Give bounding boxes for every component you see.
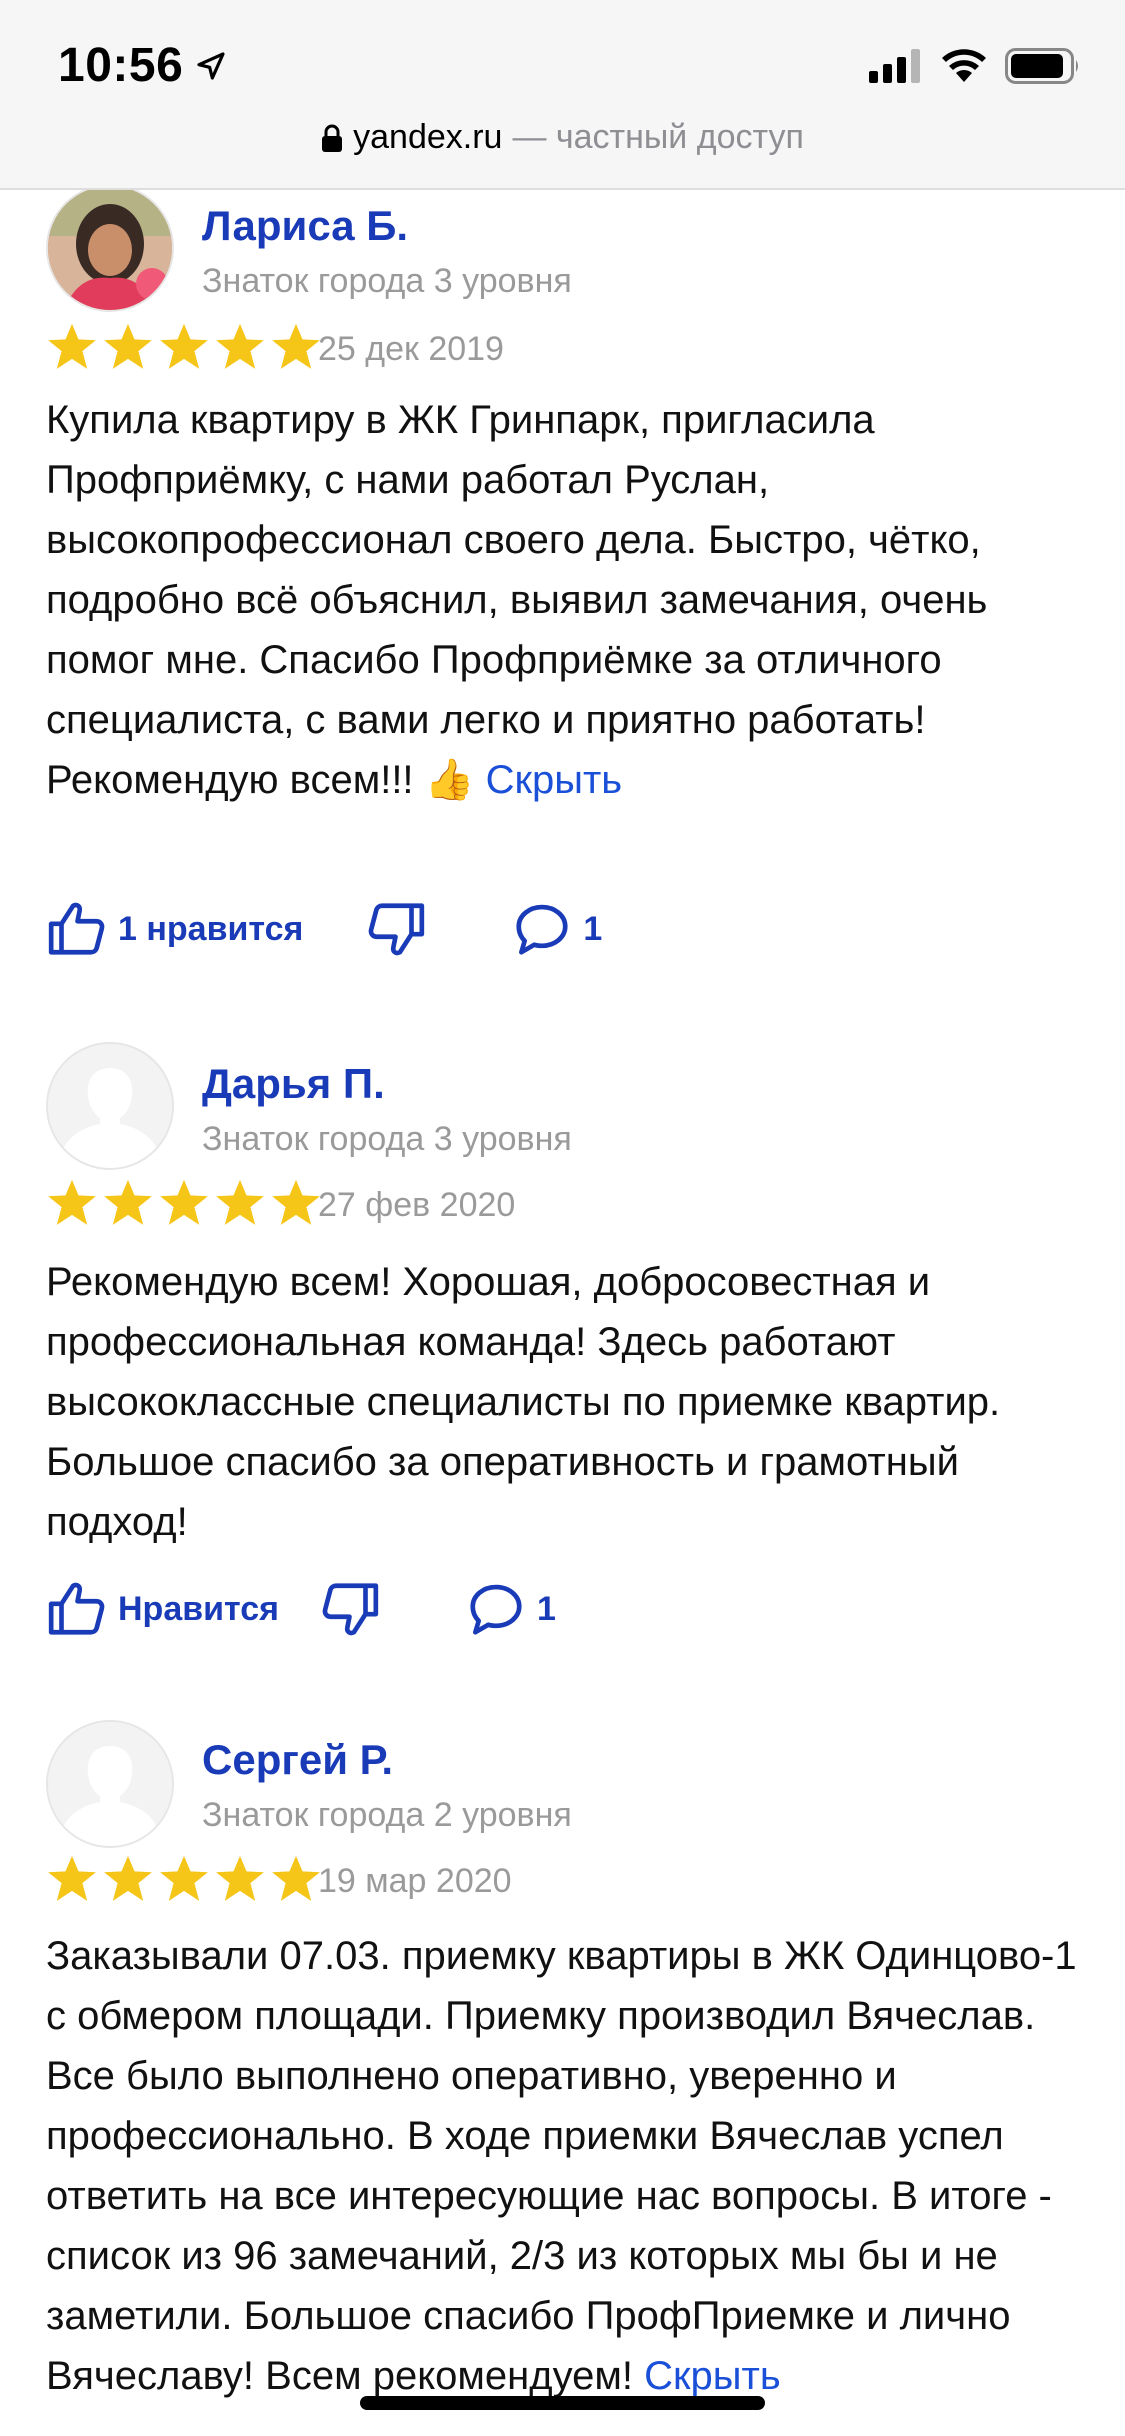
review-date: 19 мар 2020: [318, 1862, 512, 1900]
status-time-text: 10:56: [58, 39, 184, 92]
star-icon: [104, 323, 152, 369]
default-user-silhouette: [48, 1722, 172, 1846]
review-actions: 1 нравится 1: [46, 898, 602, 960]
default-user-silhouette: [48, 1044, 172, 1168]
review-text: Купила квартиру в ЖК Гринпарк, пригласил…: [46, 398, 988, 802]
avatar[interactable]: [46, 1042, 174, 1170]
star-icon: [272, 323, 320, 369]
author-level: Знаток города 2 уровня: [202, 1796, 572, 1834]
browser-top-bar: 10:56 yandex.ru — частный доступ: [0, 0, 1125, 190]
star-icon: [272, 1855, 320, 1901]
author-name[interactable]: Дарья П.: [202, 1060, 385, 1108]
comments-count: 1: [583, 909, 603, 948]
review-text-block: Купила квартиру в ЖК Гринпарк, пригласил…: [46, 390, 1086, 810]
author-level: Знаток города 3 уровня: [202, 1120, 572, 1158]
comments-count: 1: [537, 1589, 556, 1628]
star-icon: [216, 1855, 264, 1901]
avatar[interactable]: [46, 184, 174, 312]
rating-stars: [46, 1854, 322, 1904]
author-name[interactable]: Лариса Б.: [202, 202, 408, 250]
review-date: 27 фев 2020: [318, 1186, 516, 1224]
status-icons: [869, 48, 1081, 84]
like-button[interactable]: 1 нравится: [46, 898, 303, 960]
rating-stars: [46, 322, 322, 372]
review-date: 25 дек 2019: [318, 330, 504, 368]
battery-icon: [1005, 48, 1078, 84]
url-bar[interactable]: yandex.ru — частный доступ: [0, 118, 1125, 157]
comments-button[interactable]: 1: [511, 898, 602, 960]
star-icon: [160, 1855, 208, 1901]
thumbs-down-icon: [368, 903, 425, 956]
thumbs-up-icon: [48, 902, 105, 955]
star-icon: [216, 323, 264, 369]
star-icon: [48, 323, 96, 369]
like-label: 1 нравится: [118, 909, 304, 948]
like-label: Нравится: [118, 1589, 279, 1628]
star-icon: [160, 323, 208, 369]
star-icon: [48, 1179, 96, 1225]
comments-button[interactable]: 1: [465, 1578, 556, 1640]
like-button[interactable]: Нравится: [46, 1578, 279, 1640]
review-text: Заказывали 07.03. приемку квартиры в ЖК …: [46, 1934, 1077, 2398]
star-icon: [48, 1855, 96, 1901]
status-time: 10:56: [58, 38, 227, 93]
home-indicator[interactable]: [360, 2396, 765, 2410]
star-icon: [104, 1855, 152, 1901]
dislike-button[interactable]: [365, 898, 427, 960]
rating-stars: [46, 1178, 322, 1228]
hide-text-link[interactable]: Скрыть: [644, 2354, 781, 2398]
thumbs-down-icon: [322, 1583, 379, 1636]
thumbs-up-icon: [48, 1582, 105, 1635]
comment-bubble-icon: [470, 1584, 522, 1635]
star-icon: [216, 1179, 264, 1225]
location-arrow-icon: [197, 51, 225, 80]
hide-text-link[interactable]: Скрыть: [486, 758, 623, 802]
review-text: Рекомендую всем! Хорошая, добросовестная…: [46, 1260, 1001, 1544]
star-icon: [160, 1179, 208, 1225]
star-icon: [104, 1179, 152, 1225]
comment-bubble-icon: [516, 904, 568, 955]
lock-icon: [322, 124, 343, 152]
review-text-block: Заказывали 07.03. приемку квартиры в ЖК …: [46, 1926, 1086, 2406]
author-level: Знаток города 3 уровня: [202, 262, 572, 300]
review-actions: Нравится 1: [46, 1578, 556, 1640]
wifi-icon: [942, 49, 986, 82]
reviews-list: Лариса Б. Знаток города 3 уровня 25 дек …: [0, 180, 1125, 2436]
user-photo: [48, 186, 172, 310]
avatar[interactable]: [46, 1720, 174, 1848]
dislike-button[interactable]: [319, 1578, 381, 1640]
url-private-access-label: — частный доступ: [512, 118, 804, 156]
url-domain: yandex.ru: [353, 118, 503, 156]
star-icon: [272, 1179, 320, 1225]
author-name[interactable]: Сергей Р.: [202, 1736, 393, 1784]
cellular-signal-icon: [869, 49, 920, 83]
